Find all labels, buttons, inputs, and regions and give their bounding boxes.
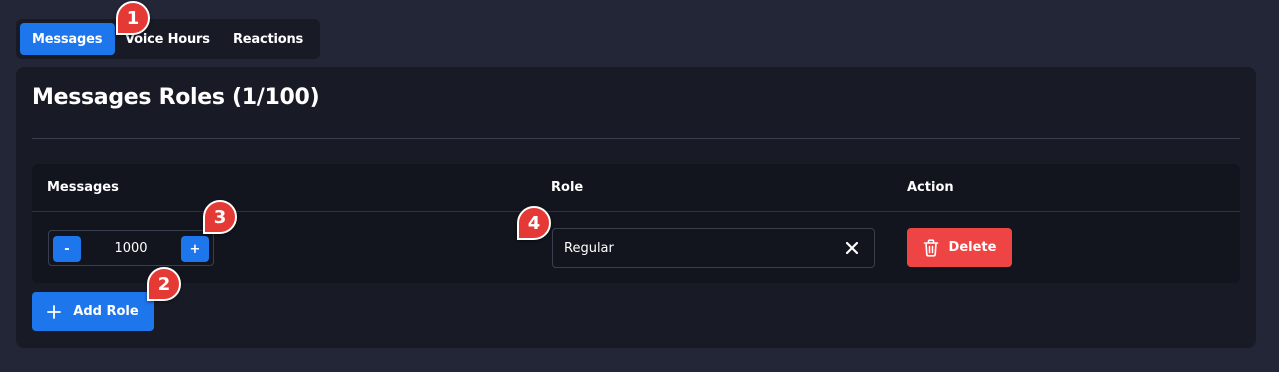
column-header-role: Role [551,180,584,195]
annotation-marker-4: 4 [517,206,551,240]
tab-messages[interactable]: Messages [20,23,115,55]
divider [32,138,1240,139]
plus-icon [47,304,62,319]
messages-count-input[interactable]: 1000 [85,231,177,265]
roles-panel: Messages Roles (1/100) Messages Role Act… [16,67,1256,348]
trash-icon [923,238,938,257]
increment-button[interactable]: + [181,236,209,262]
column-header-messages: Messages [47,180,119,195]
close-icon[interactable] [844,240,860,256]
add-role-button[interactable]: Add Role [32,292,154,331]
role-select-value: Regular [564,240,614,256]
messages-stepper: - 1000 + [48,230,214,266]
tab-reactions[interactable]: Reactions [223,23,315,55]
decrement-button[interactable]: - [53,236,81,262]
delete-button[interactable]: Delete [907,228,1012,267]
annotation-marker-2: 2 [147,267,181,301]
annotation-marker-1: 1 [116,1,150,35]
tab-bar: Messages Voice Hours Reactions [16,19,320,59]
role-select[interactable]: Regular [552,228,875,268]
add-role-label: Add Role [73,304,139,319]
panel-title: Messages Roles (1/100) [32,85,320,110]
delete-label: Delete [948,240,997,255]
annotation-marker-3: 3 [203,200,237,234]
column-header-action: Action [907,180,954,195]
